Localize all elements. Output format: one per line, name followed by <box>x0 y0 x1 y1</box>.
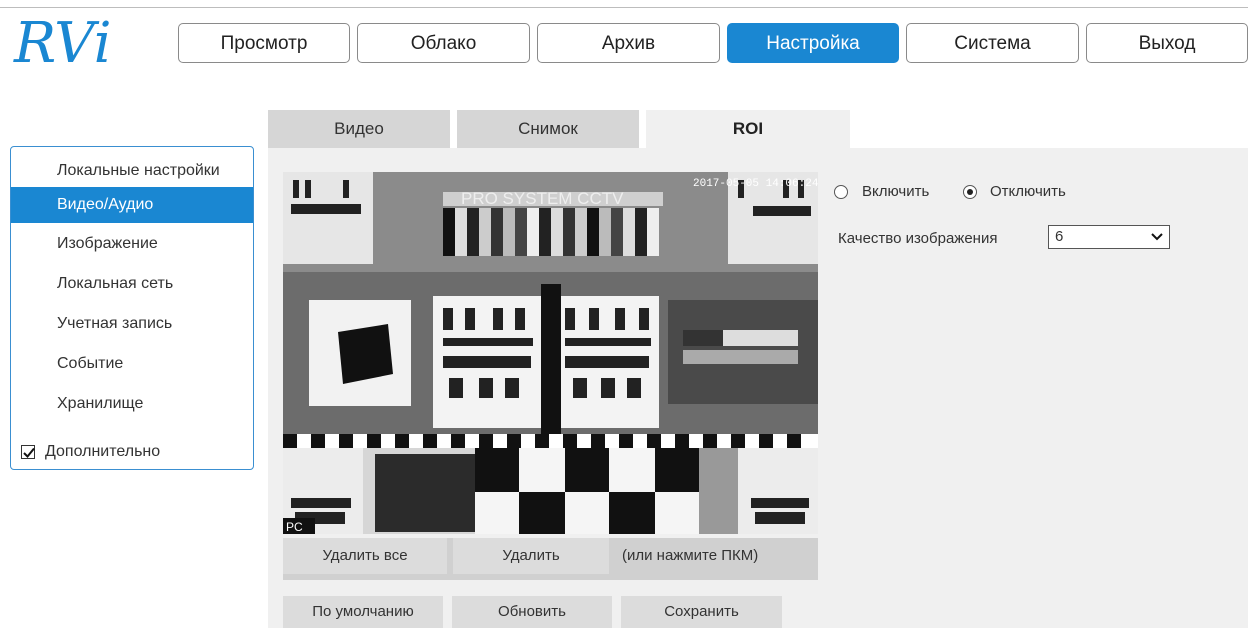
sidebar-item-network[interactable]: Локальная сеть <box>11 266 253 302</box>
sidebar-item-image[interactable]: Изображение <box>11 226 253 262</box>
sidebar-item-video-audio[interactable]: Видео/Аудио <box>11 187 253 223</box>
roi-disable-label: Отключить <box>990 183 1066 200</box>
nav-settings-button[interactable]: Настройка <box>727 23 899 63</box>
tab-roi[interactable]: ROI <box>646 110 850 148</box>
tab-video[interactable]: Видео <box>268 110 450 148</box>
top-strip: ▔ ▔ ▔ ▔ ▔ ▔ ▔ ▔ ▔ ▔ ▔ ▔ ▔ ▔ ▔ ▔ ▔ ▔ ▔ ▔ … <box>0 0 1248 8</box>
roi-enable-label: Включить <box>862 183 930 200</box>
default-button[interactable]: По умолчанию <box>283 596 443 628</box>
video-preview[interactable]: PRO SYSTEM CCTV 2017-05-05 14:06:24 PC <box>283 172 818 534</box>
sidebar-item-event[interactable]: Событие <box>11 346 253 382</box>
nav-archive-button[interactable]: Архив <box>537 23 720 63</box>
sidebar-item-storage[interactable]: Хранилище <box>11 386 253 422</box>
sidebar-item-advanced[interactable]: Дополнительно <box>11 434 253 470</box>
quality-value: 6 <box>1055 228 1064 245</box>
quality-select[interactable]: 6 <box>1048 225 1170 249</box>
roi-disable-radio[interactable] <box>963 185 977 199</box>
svg-text:PC: PC <box>286 520 303 534</box>
quality-label: Качество изображения <box>838 230 998 247</box>
right-click-hint: (или нажмите ПКМ) <box>622 547 759 564</box>
refresh-button[interactable]: Обновить <box>452 596 612 628</box>
svg-text:2017-05-05 14:06:24: 2017-05-05 14:06:24 <box>693 178 818 190</box>
delete-all-button[interactable]: Удалить все <box>283 538 447 574</box>
nav-exit-button[interactable]: Выход <box>1086 23 1248 63</box>
sidebar: Локальные настройки Видео/Аудио Изображе… <box>10 146 254 470</box>
roi-enable-radio[interactable] <box>834 185 848 199</box>
sidebar-item-account[interactable]: Учетная запись <box>11 306 253 342</box>
tab-snapshot[interactable]: Снимок <box>457 110 639 148</box>
rvi-logo: RVi <box>10 11 160 76</box>
nav-view-button[interactable]: Просмотр <box>178 23 350 63</box>
delete-button[interactable]: Удалить <box>453 538 609 574</box>
nav-system-button[interactable]: Система <box>906 23 1079 63</box>
save-button[interactable]: Сохранить <box>621 596 782 628</box>
svg-text:RVi: RVi <box>13 12 112 74</box>
chevron-down-icon <box>1151 227 1163 253</box>
nav-cloud-button[interactable]: Облако <box>357 23 530 63</box>
svg-text:PRO SYSTEM CCTV: PRO SYSTEM CCTV <box>461 189 624 208</box>
sidebar-item-local-settings[interactable]: Локальные настройки <box>11 153 253 189</box>
